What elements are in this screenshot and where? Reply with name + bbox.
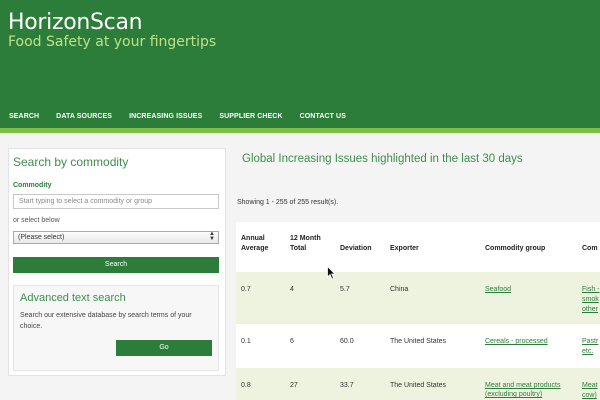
cell-commodity-link[interactable]: smok bbox=[582, 295, 599, 304]
cell-commodity-link[interactable]: etc. bbox=[582, 347, 593, 356]
cell-annual-average: 0.7 bbox=[241, 286, 251, 293]
table-header: Annual Average 12 Month Total Deviation … bbox=[236, 222, 600, 272]
cell-exporter: China bbox=[390, 286, 409, 293]
cell-commodity-link[interactable]: cow) bbox=[582, 391, 597, 400]
page-title: Global Increasing Issues highlighted in … bbox=[242, 153, 523, 165]
commodity-search-input[interactable]: Start typing to select a commodity or gr… bbox=[13, 194, 219, 209]
nav-contact-us[interactable]: CONTACT US bbox=[291, 110, 354, 124]
cell-deviation: 33.7 bbox=[340, 382, 354, 389]
commodity-search-panel: Search by commodity Commodity Start typi… bbox=[8, 148, 226, 376]
cell-commodity-link[interactable]: Meat bbox=[582, 381, 598, 390]
table-row[interactable]: 0.8 27 33.7 The United States Meat and m… bbox=[236, 368, 600, 400]
nav-search[interactable]: SEARCH bbox=[0, 110, 47, 124]
cell-deviation: 60.0 bbox=[340, 338, 354, 345]
cell-commodity-group-link[interactable]: Cereals - processed bbox=[485, 337, 548, 346]
commodity-select-value: (Please select) bbox=[18, 234, 65, 241]
panel-title: Search by commodity bbox=[13, 155, 129, 169]
commodity-label: Commodity bbox=[13, 182, 52, 189]
table-row[interactable]: 0.7 4 5.7 China Seafood Fish - smok othe… bbox=[236, 272, 600, 324]
or-select-label: or select below bbox=[13, 217, 60, 224]
advanced-search-box: Advanced text search Search our extensiv… bbox=[13, 285, 219, 371]
col-deviation[interactable]: Deviation bbox=[340, 244, 372, 254]
col-exporter[interactable]: Exporter bbox=[390, 244, 419, 254]
commodity-select[interactable]: (Please select) ▲ ▼ bbox=[13, 231, 219, 244]
cell-deviation: 5.7 bbox=[340, 286, 350, 293]
nav-data-sources[interactable]: DATA SOURCES bbox=[47, 110, 120, 124]
col-12-month-total[interactable]: 12 Month Total bbox=[290, 234, 330, 254]
cell-commodity-link[interactable]: Pastr bbox=[582, 337, 598, 346]
result-count: Showing 1 - 255 of 255 result(s). bbox=[237, 199, 339, 206]
table-row[interactable]: 0.1 6 60.0 The United States Cereals - p… bbox=[236, 324, 600, 368]
col-commodity-group[interactable]: Commodity group bbox=[485, 244, 545, 254]
cell-12-month-total: 27 bbox=[290, 382, 298, 389]
advanced-search-description: Search our extensive database by search … bbox=[20, 312, 192, 330]
go-button[interactable]: Go bbox=[116, 340, 212, 356]
select-arrows-icon: ▲ ▼ bbox=[209, 231, 215, 242]
nav-increasing-issues[interactable]: INCREASING ISSUES bbox=[120, 110, 210, 124]
cell-annual-average: 0.1 bbox=[241, 338, 251, 345]
nav-supplier-check[interactable]: SUPPLIER CHECK bbox=[210, 110, 290, 124]
brand-tagline: Food Safety at your fingertips bbox=[8, 34, 217, 50]
brand-logo[interactable]: HorizonScan bbox=[8, 10, 143, 35]
col-annual-average[interactable]: Annual Average bbox=[241, 234, 281, 254]
cell-12-month-total: 4 bbox=[290, 286, 294, 293]
cell-exporter: The United States bbox=[390, 338, 447, 345]
cell-commodity-link[interactable]: other bbox=[582, 305, 598, 314]
cell-commodity-link[interactable]: Fish - bbox=[582, 285, 600, 294]
cell-12-month-total: 6 bbox=[290, 338, 294, 345]
cell-commodity-group-link[interactable]: Meat and meat products (excluding poultr… bbox=[485, 381, 579, 399]
search-button[interactable]: Search bbox=[13, 257, 219, 273]
cell-exporter: The United States bbox=[390, 382, 447, 389]
cell-commodity-group-link[interactable]: Seafood bbox=[485, 285, 511, 294]
col-commodity[interactable]: Com bbox=[582, 244, 598, 254]
site-header: HorizonScan Food Safety at your fingerti… bbox=[0, 0, 600, 128]
advanced-search-title: Advanced text search bbox=[20, 292, 126, 304]
main-nav: SEARCH DATA SOURCES INCREASING ISSUES SU… bbox=[0, 110, 600, 124]
cell-annual-average: 0.8 bbox=[241, 382, 251, 389]
issues-table: Annual Average 12 Month Total Deviation … bbox=[236, 222, 600, 400]
